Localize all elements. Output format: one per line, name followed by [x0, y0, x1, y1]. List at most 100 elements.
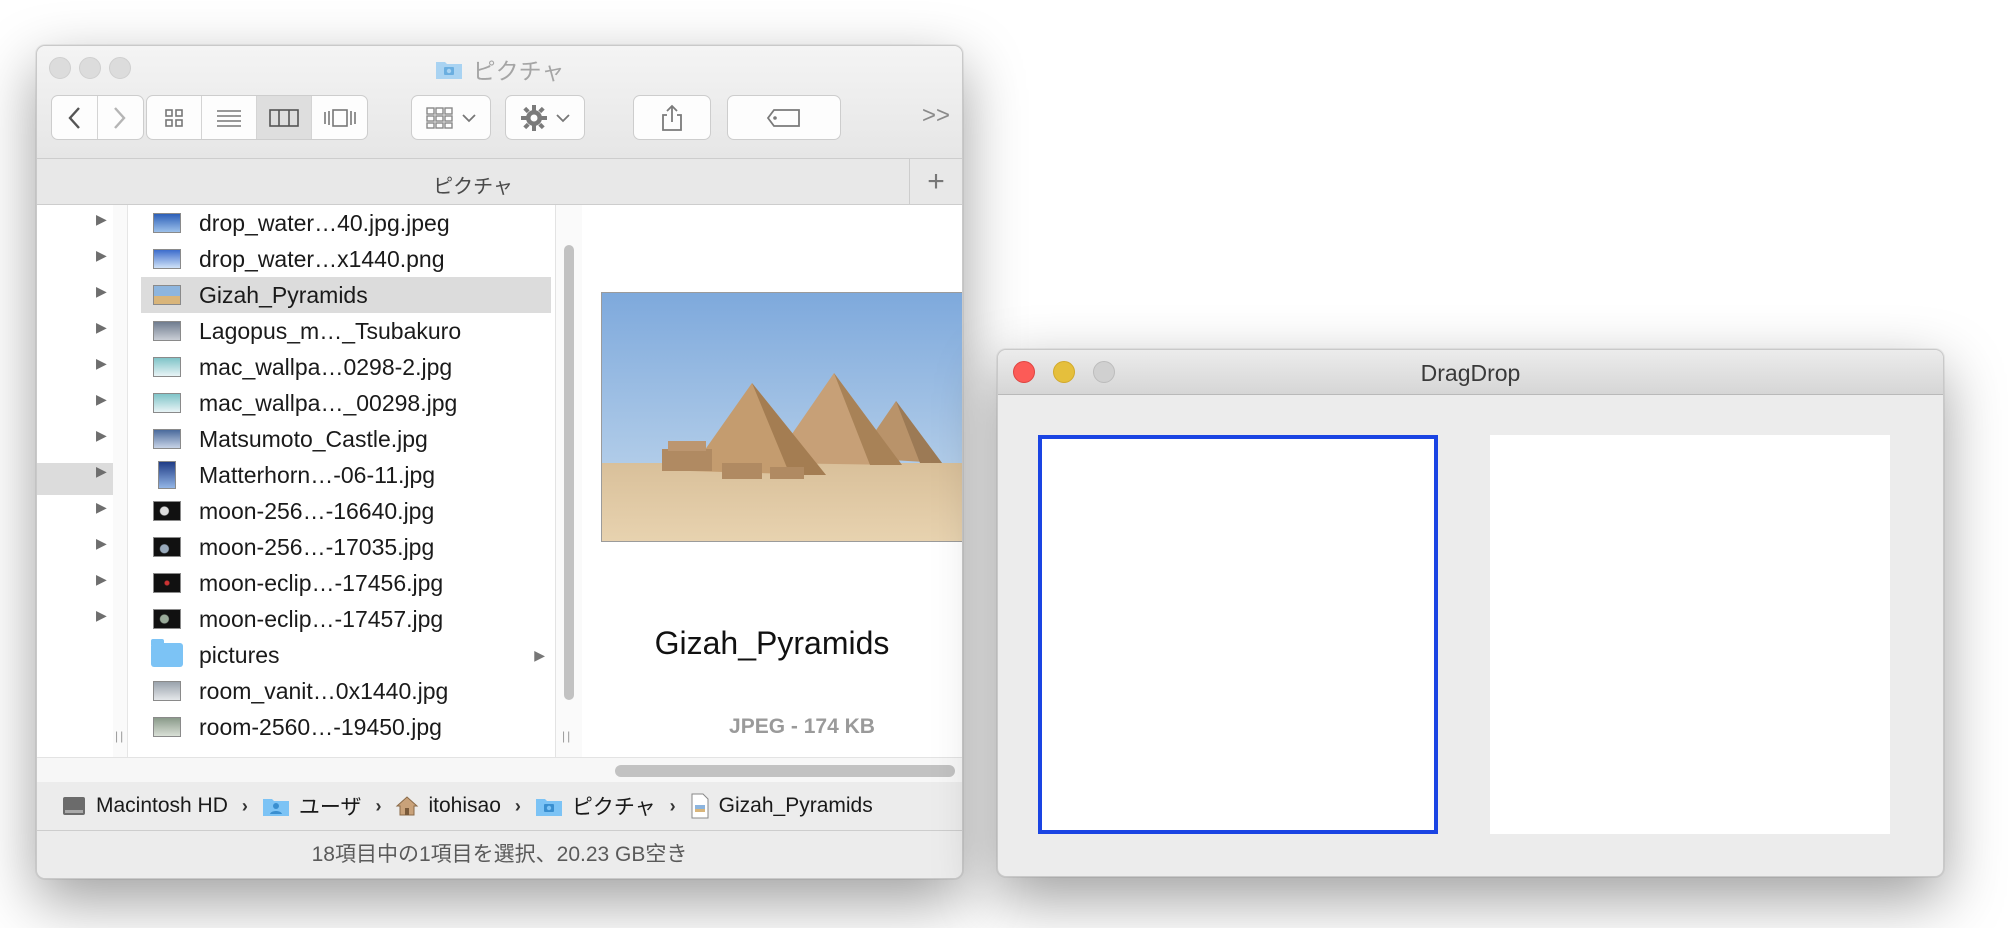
column-view-button[interactable]	[257, 96, 312, 139]
path-item-users[interactable]: ユーザ ›	[262, 791, 396, 821]
view-mode-segment	[146, 95, 368, 140]
list-view-button[interactable]	[202, 96, 257, 139]
path-item-macintosh-hd[interactable]: Macintosh HD ›	[61, 794, 262, 818]
disclosure-arrow-icon[interactable]: ▶	[96, 463, 107, 480]
path-item-file[interactable]: Gizah_Pyramids	[690, 793, 873, 819]
image-thumbnail-icon	[153, 537, 181, 557]
disclosure-arrow-icon[interactable]: ▶	[96, 607, 107, 624]
path-separator: ›	[241, 795, 248, 816]
disclosure-arrow-icon: ▶	[534, 646, 545, 663]
file-row[interactable]: mac_wallpa…_00298.jpg	[141, 385, 551, 421]
image-thumbnail-icon	[153, 213, 181, 233]
users-folder-icon	[262, 799, 289, 816]
disclosure-arrow-icon[interactable]: ▶	[96, 499, 107, 516]
path-bar: Macintosh HD › ユーザ › itohisao › ピクチャ › Gizah…	[37, 782, 962, 831]
share-icon	[662, 104, 682, 131]
preview-pane: Gizah_Pyramids JPEG - 174 KB	[582, 205, 962, 757]
nav-buttons	[51, 95, 144, 140]
document-icon	[691, 793, 709, 819]
disclosure-arrow-icon[interactable]: ▶	[96, 247, 107, 264]
image-thumbnail-icon	[153, 249, 181, 269]
file-row[interactable]: moon-256…-16640.jpg	[141, 493, 551, 529]
chevron-right-icon	[114, 106, 126, 129]
cover-flow-icon	[323, 108, 356, 127]
share-button[interactable]	[633, 95, 711, 140]
grid-icon	[165, 108, 183, 127]
preview-image	[601, 292, 962, 542]
home-icon	[396, 796, 419, 816]
image-thumbnail-icon	[153, 321, 181, 341]
finder-window: ピクチャ >> ピクチャ + ▶ ▶ ▶ ▶ ▶ ▶ ▶ ▶ ▶ ▶ ▶ ▶ |…	[36, 45, 963, 879]
disclosure-arrow-icon[interactable]: ▶	[96, 535, 107, 552]
file-row[interactable]: room_vanit…0x1440.jpg	[141, 673, 551, 709]
file-row[interactable]: drop_water…40.jpg.jpeg	[141, 205, 551, 241]
tab-pictures[interactable]: ピクチャ	[37, 170, 909, 199]
preview-filename: Gizah_Pyramids	[654, 625, 890, 661]
disclosure-arrow-icon[interactable]: ▶	[96, 211, 107, 228]
tab-bar: ピクチャ +	[37, 159, 962, 205]
image-thumbnail-icon	[153, 393, 181, 413]
preview-file-info: JPEG - 174 KB	[729, 715, 875, 738]
disclosure-arrow-icon[interactable]: ▶	[96, 319, 107, 336]
file-row[interactable]: moon-eclip…-17456.jpg	[141, 565, 551, 601]
arrange-grid-icon	[426, 106, 453, 129]
action-button[interactable]	[505, 95, 585, 140]
scrollbar-knob[interactable]	[564, 245, 574, 700]
file-row-selected[interactable]: Gizah_Pyramids	[141, 277, 551, 313]
dragdrop-titlebar: DragDrop	[998, 350, 1943, 395]
column-resize-grip[interactable]: ||	[562, 729, 572, 743]
column-browser: ▶ ▶ ▶ ▶ ▶ ▶ ▶ ▶ ▶ ▶ ▶ ▶ || drop_water…40…	[37, 205, 962, 757]
file-row[interactable]: room-2560…-19450.jpg	[141, 709, 551, 745]
image-thumbnail-icon	[153, 501, 181, 521]
tags-button[interactable]	[727, 95, 841, 140]
disclosure-arrow-icon[interactable]: ▶	[96, 355, 107, 372]
horizontal-scrollbar[interactable]	[37, 757, 962, 783]
drop-target-right[interactable]	[1490, 435, 1890, 834]
chevron-down-icon	[462, 113, 476, 122]
finder-titlebar: ピクチャ >>	[37, 46, 962, 159]
path-item-pictures[interactable]: ピクチャ ›	[535, 791, 690, 821]
path-separator: ›	[375, 795, 382, 816]
chevron-down-icon	[556, 113, 570, 122]
column-1-scrollbar[interactable]: ||	[113, 205, 128, 757]
file-list-column: drop_water…40.jpg.jpeg drop_water…x1440.…	[141, 205, 551, 757]
file-row[interactable]: Lagopus_m…_Tsubakuro	[141, 313, 551, 349]
file-row[interactable]: moon-256…-17035.jpg	[141, 529, 551, 565]
file-row[interactable]: moon-eclip…-17457.jpg	[141, 601, 551, 637]
tag-icon	[766, 108, 800, 127]
forward-button[interactable]	[98, 96, 144, 139]
file-list-scrollbar[interactable]: ||	[555, 205, 583, 757]
column-resize-grip[interactable]: ||	[115, 729, 125, 743]
pictures-folder-icon	[435, 62, 462, 79]
list-icon	[217, 109, 241, 127]
horizontal-scrollbar-knob[interactable]	[615, 765, 955, 777]
toolbar-overflow-button[interactable]: >>	[922, 102, 950, 130]
image-thumbnail-icon	[158, 461, 176, 489]
cover-flow-button[interactable]	[312, 96, 367, 139]
disclosure-arrow-icon[interactable]: ▶	[96, 427, 107, 444]
arrange-button[interactable]	[411, 95, 491, 140]
disclosure-arrow-icon[interactable]: ▶	[96, 391, 107, 408]
drop-target-left[interactable]	[1038, 435, 1438, 834]
disclosure-arrow-icon[interactable]: ▶	[96, 571, 107, 588]
file-row[interactable]: mac_wallpa…0298-2.jpg	[141, 349, 551, 385]
image-thumbnail-icon	[153, 357, 181, 377]
status-bar: 18項目中の1項目を選択、20.23 GB空き	[37, 831, 962, 878]
image-thumbnail-icon	[153, 609, 181, 629]
back-button[interactable]	[52, 96, 98, 139]
new-tab-button[interactable]: +	[909, 159, 962, 204]
icon-view-button[interactable]	[147, 96, 202, 139]
path-item-home[interactable]: itohisao ›	[395, 794, 534, 818]
file-row[interactable]: drop_water…x1440.png	[141, 241, 551, 277]
folder-row[interactable]: pictures ▶	[141, 637, 551, 673]
dragdrop-window: DragDrop	[997, 349, 1944, 877]
path-separator: ›	[514, 795, 521, 816]
window-title: DragDrop	[1420, 360, 1521, 386]
file-row[interactable]: Matterhorn…-06-11.jpg	[141, 457, 551, 493]
gear-icon	[521, 104, 547, 131]
file-row[interactable]: Matsumoto_Castle.jpg	[141, 421, 551, 457]
disclosure-arrow-icon[interactable]: ▶	[96, 283, 107, 300]
window-title: ピクチャ	[37, 52, 962, 86]
image-thumbnail-icon	[153, 681, 181, 701]
parent-column: ▶ ▶ ▶ ▶ ▶ ▶ ▶ ▶ ▶ ▶ ▶ ▶	[37, 205, 114, 757]
